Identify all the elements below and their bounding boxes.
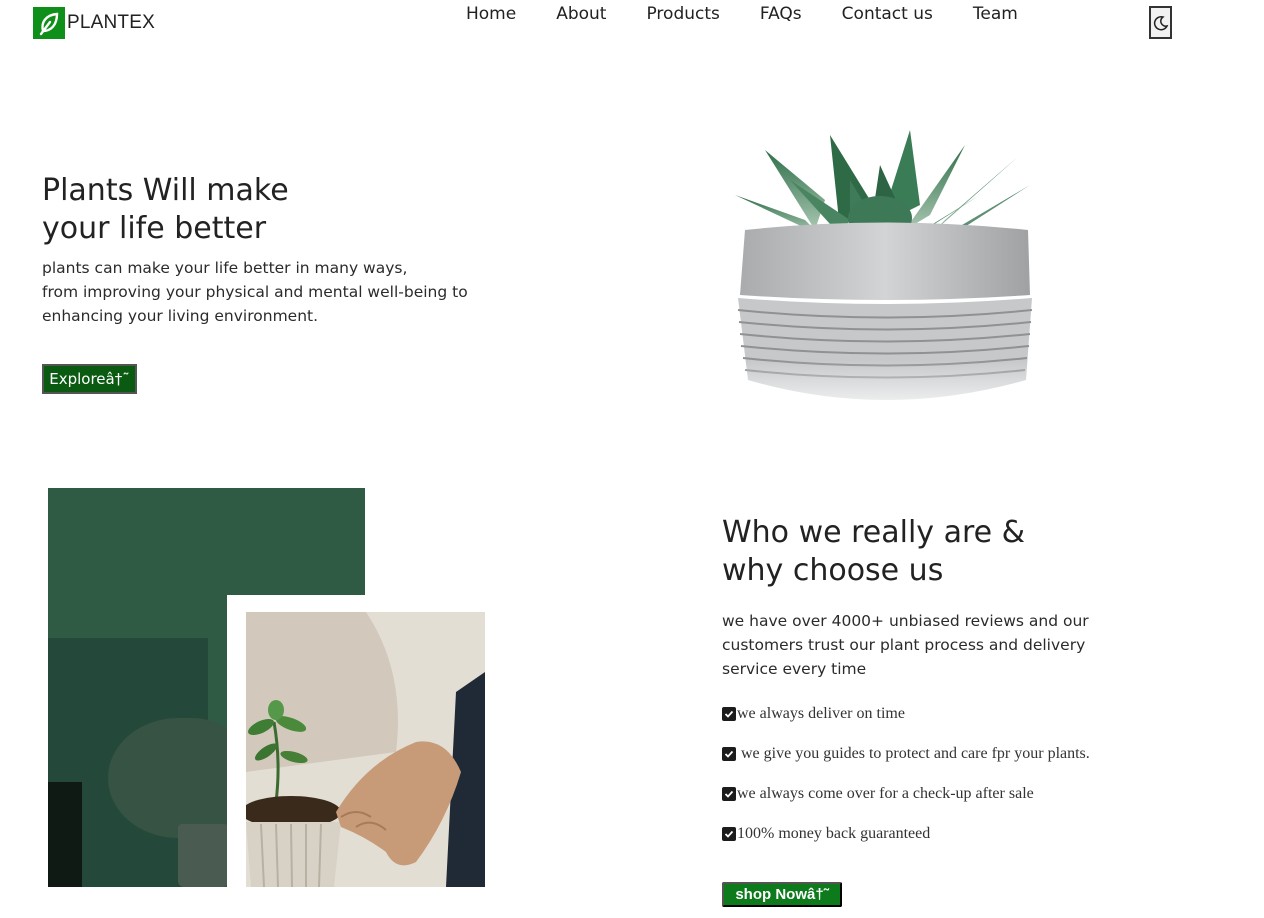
nav-faqs[interactable]: FAQs — [760, 4, 802, 24]
hero-title: Plants Will make your life better — [42, 172, 289, 248]
list-item: we always come over for a check-up after… — [722, 783, 1090, 805]
about-title-line1: Who we really are & — [722, 515, 1026, 550]
nav-home[interactable]: Home — [466, 4, 516, 24]
hero-title-line2: your life better — [42, 211, 267, 246]
list-item: we give you guides to protect and care f… — [722, 743, 1090, 765]
list-item: 100% money back guaranteed — [722, 823, 1090, 845]
shop-now-button[interactable]: shop Nowâ†˜ — [722, 882, 842, 907]
main-nav: Home About Products FAQs Contact us Team — [466, 4, 1018, 24]
about-subtitle-line3: service every time — [722, 660, 867, 678]
about-title-line2: why choose us — [722, 553, 944, 588]
nav-team[interactable]: Team — [973, 4, 1018, 24]
image-gap — [227, 595, 246, 887]
hero-title-line1: Plants Will make — [42, 173, 289, 208]
image-gap-top — [227, 595, 485, 612]
about-subtitle-line1: we have over 4000+ unbiased reviews and … — [722, 612, 1089, 630]
explore-button[interactable]: Exploreâ†˜ — [42, 364, 137, 394]
checkbox-checked-icon — [722, 787, 736, 801]
checkbox-checked-icon — [722, 707, 736, 721]
succulent-pot-image — [730, 120, 1040, 420]
feature-text: we always deliver on time — [737, 705, 905, 722]
moon-icon — [1153, 15, 1168, 30]
feature-text: we give you guides to protect and care f… — [737, 745, 1090, 762]
logo[interactable]: PLANTEX — [33, 7, 155, 39]
feature-text: 100% money back guaranteed — [737, 825, 931, 842]
hero-subtitle-line2: from improving your physical and mental … — [42, 283, 468, 301]
theme-toggle-button[interactable] — [1149, 6, 1172, 39]
logo-text: PLANTEX — [67, 12, 155, 33]
checkbox-checked-icon — [722, 747, 736, 761]
feature-text: we always come over for a check-up after… — [737, 785, 1034, 802]
checkbox-checked-icon — [722, 827, 736, 841]
nav-products[interactable]: Products — [646, 4, 719, 24]
nav-contact[interactable]: Contact us — [842, 4, 933, 24]
leaf-icon — [33, 7, 65, 39]
hands-planting-seedling-image — [246, 612, 485, 887]
hero-subtitle-line3: enhancing your living environment. — [42, 307, 319, 325]
nav-about[interactable]: About — [556, 4, 606, 24]
list-item: we always deliver on time — [722, 703, 1090, 725]
about-subtitle: we have over 4000+ unbiased reviews and … — [722, 609, 1122, 681]
features-list: we always deliver on time we give you gu… — [722, 703, 1090, 863]
about-subtitle-line2: customers trust our plant process and de… — [722, 636, 1086, 654]
about-title: Who we really are & why choose us — [722, 514, 1025, 590]
hero-subtitle-line1: plants can make your life better in many… — [42, 259, 408, 277]
hero-subtitle: plants can make your life better in many… — [42, 256, 468, 328]
